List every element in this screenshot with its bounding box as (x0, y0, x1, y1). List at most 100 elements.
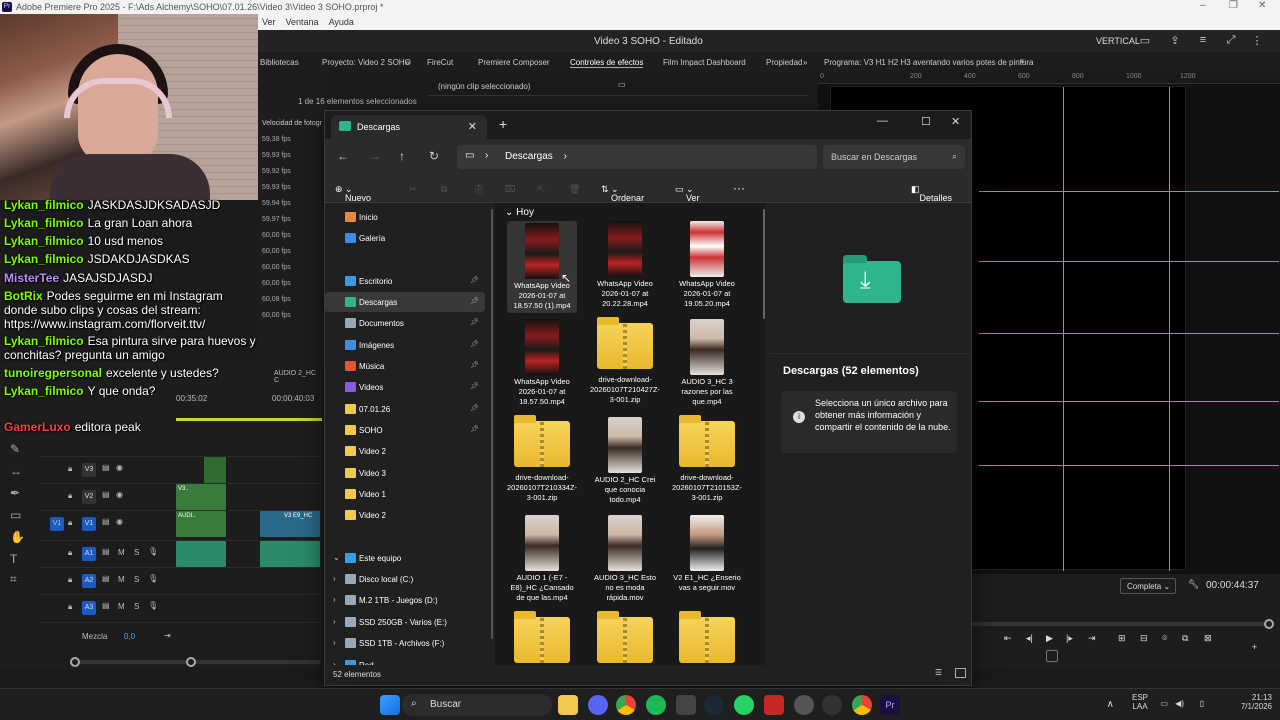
tab-controles-efectos[interactable]: Controles de efectos (570, 58, 644, 68)
obs-icon[interactable] (822, 695, 842, 715)
nav-scrollbar[interactable] (491, 209, 493, 639)
lock-icon[interactable]: 🔒︎ (68, 602, 72, 612)
nav-item[interactable]: Video 2 (325, 441, 485, 461)
expand-chevron-icon[interactable]: › (333, 617, 336, 626)
mark-in-icon[interactable]: ⇤ (1004, 633, 1012, 644)
nav-item[interactable]: › SSD 1TB - Archivos (F:) (325, 633, 485, 653)
tab-premiere-composer[interactable]: Premiere Composer (478, 58, 550, 67)
zip-file-item[interactable]: drive-download-20260107T210427Z-3-001.zi… (590, 317, 660, 405)
slip-tool-icon[interactable]: ↔ (10, 464, 22, 478)
video-file-item[interactable]: WhatsApp Video 2026-01-07 at 18.57.50 (1… (507, 221, 577, 313)
pin-icon[interactable]: 📌︎ (470, 297, 479, 305)
type-tool-icon[interactable]: T (10, 552, 17, 566)
pin-icon[interactable]: 📌︎ (470, 361, 479, 369)
steam-icon[interactable] (704, 695, 724, 715)
mark-out-icon[interactable]: ⇥ (1088, 633, 1096, 644)
audio-seq-label[interactable]: AUDIO 2_HC C (274, 370, 322, 384)
nav-item[interactable]: Documentos 📌︎ (325, 313, 485, 333)
mute-button[interactable]: M (118, 575, 125, 584)
program-menu-icon[interactable]: ≡ (1020, 57, 1025, 66)
new-tab-icon[interactable]: + (499, 116, 507, 132)
track-label[interactable]: V3 (82, 463, 96, 477)
nav-item[interactable]: Descargas 📌︎ (325, 292, 485, 312)
sync-icon[interactable]: ▤ (102, 463, 110, 472)
timeline-clip[interactable]: V3.. (176, 484, 226, 510)
nav-item[interactable]: Video 2 (325, 505, 485, 525)
wrench-icon[interactable]: 🔧︎ (1188, 579, 1199, 590)
source-patch-v1[interactable]: V1 (50, 517, 64, 531)
explorer-tab[interactable]: Descargas ✕ (331, 115, 487, 139)
trim-icon[interactable]: ⊠ (1204, 633, 1212, 644)
panel-icon[interactable]: ▭ (1138, 34, 1152, 48)
close-tab-icon[interactable]: ✕ (468, 120, 477, 133)
explorer-file-area[interactable]: ⌄ Hoy WhatsApp Video 2026-01-07 at 18.57… (495, 203, 765, 665)
start-icon[interactable] (380, 695, 400, 715)
add-button-icon[interactable]: + (1252, 642, 1257, 652)
video-file-item[interactable]: AUDIO 2_HC Crei que conocia todo.mp4 (590, 417, 660, 505)
files-scrollbar[interactable] (763, 209, 765, 319)
nav-item[interactable]: › M.2 1TB - Juegos (D:) (325, 590, 485, 610)
scrubber-handle[interactable] (1264, 619, 1274, 629)
track-label[interactable]: V1 (82, 517, 96, 531)
tab-bibliotecas[interactable]: Bibliotecas (260, 58, 299, 67)
export-icon[interactable]: ⇪ (1168, 34, 1182, 48)
tab-propiedades[interactable]: Propiedad (766, 58, 802, 67)
camera-icon[interactable]: ⌾ (1162, 633, 1167, 644)
rectangle-tool-icon[interactable]: ▭ (10, 508, 21, 522)
pen-tool-icon[interactable]: ✒ (10, 486, 20, 500)
program-timecode[interactable]: 00:00:44:37 (1206, 580, 1259, 591)
razor-tool-icon[interactable]: ✎ (10, 442, 20, 456)
lock-icon[interactable]: 🔒︎ (68, 575, 72, 585)
zip-file-item[interactable] (672, 611, 742, 665)
zip-file-item[interactable]: drive-download-20260107T210334Z-3-001.zi… (507, 415, 577, 503)
nav-item[interactable]: Escritorio 📌︎ (325, 271, 485, 291)
slack-icon[interactable] (676, 695, 696, 715)
paste-icon[interactable]: 📋︎ (473, 184, 484, 195)
app-icon[interactable] (794, 695, 814, 715)
audio-clip[interactable] (260, 541, 320, 567)
rename-icon[interactable]: ⌧ (505, 184, 515, 195)
track-a2[interactable]: 🔒︎ A2 ▤ M S 🎙︎ (40, 567, 320, 593)
video-file-item[interactable]: AUDIO 1 (-E7 -E8)_HC ¿Cansado de que las… (507, 515, 577, 603)
cut-icon[interactable]: ✂ (409, 184, 417, 195)
chrome-icon[interactable] (852, 695, 872, 715)
chrome-icon[interactable] (616, 695, 636, 715)
track-label[interactable]: A1 (82, 547, 96, 561)
pin-icon[interactable]: 📌︎ (470, 318, 479, 326)
more-options-icon[interactable]: ··· (733, 181, 745, 195)
file-explorer-icon[interactable] (558, 695, 578, 715)
video-file-item[interactable]: WhatsApp Video 2026-01-07 at 19.05.20.mp… (672, 221, 742, 309)
expand-chevron-icon[interactable]: › (333, 638, 336, 647)
battery-icon[interactable]: ▯ (1200, 699, 1204, 708)
group-header[interactable]: ⌄ Hoy (505, 207, 534, 218)
step-forward-icon[interactable]: |▸ (1066, 633, 1073, 644)
tab-overflow-icon[interactable]: » (803, 58, 807, 67)
nav-item[interactable]: SOHO 📌︎ (325, 420, 485, 440)
premiere-icon[interactable]: Pr (880, 695, 900, 715)
overwrite-icon[interactable]: ⊟ (1140, 633, 1148, 644)
delete-icon[interactable]: 🗑︎ (569, 184, 580, 195)
hand-tool-icon[interactable]: ✋ (10, 530, 25, 544)
nav-item[interactable]: Videos 📌︎ (325, 377, 485, 397)
up-icon[interactable]: ↑ (399, 149, 405, 163)
tray-chevron-icon[interactable]: ∧ (1107, 699, 1114, 710)
compare-icon[interactable]: ⧉ (1182, 633, 1188, 644)
clock[interactable]: 21:13 7/1/2026 (1212, 693, 1272, 711)
eye-icon[interactable]: ◉ (116, 517, 123, 526)
mic-icon[interactable]: 🎙︎ (148, 574, 158, 583)
spotify-icon[interactable] (646, 695, 666, 715)
video-file-item[interactable]: V2 E1_HC ¿Enserio vas a seguir.mov (672, 515, 742, 593)
panel-toggle-icon[interactable]: ▭ (618, 80, 626, 89)
app-icon[interactable] (764, 695, 784, 715)
video-file-item[interactable]: AUDIO 3_HC 3 razones por las que.mp4 (672, 319, 742, 407)
step-back-icon[interactable]: ◂| (1026, 633, 1033, 644)
taskbar-search[interactable]: ⌕ Buscar (402, 694, 552, 716)
maximize-icon[interactable]: ❐ (1229, 0, 1238, 11)
list-view-icon[interactable]: ☰ (935, 668, 942, 677)
share-icon[interactable]: ⇱ (537, 184, 545, 195)
tab-film-impact[interactable]: Film Impact Dashboard (663, 58, 746, 67)
minimize-icon[interactable]: — (877, 115, 888, 127)
timeline-clip[interactable]: V3 E9_HC (260, 511, 320, 537)
mix-value[interactable]: 0,0 (124, 632, 135, 641)
track-v2[interactable]: 🔒︎ V2 ▤ ◉ V3.. (40, 483, 320, 510)
